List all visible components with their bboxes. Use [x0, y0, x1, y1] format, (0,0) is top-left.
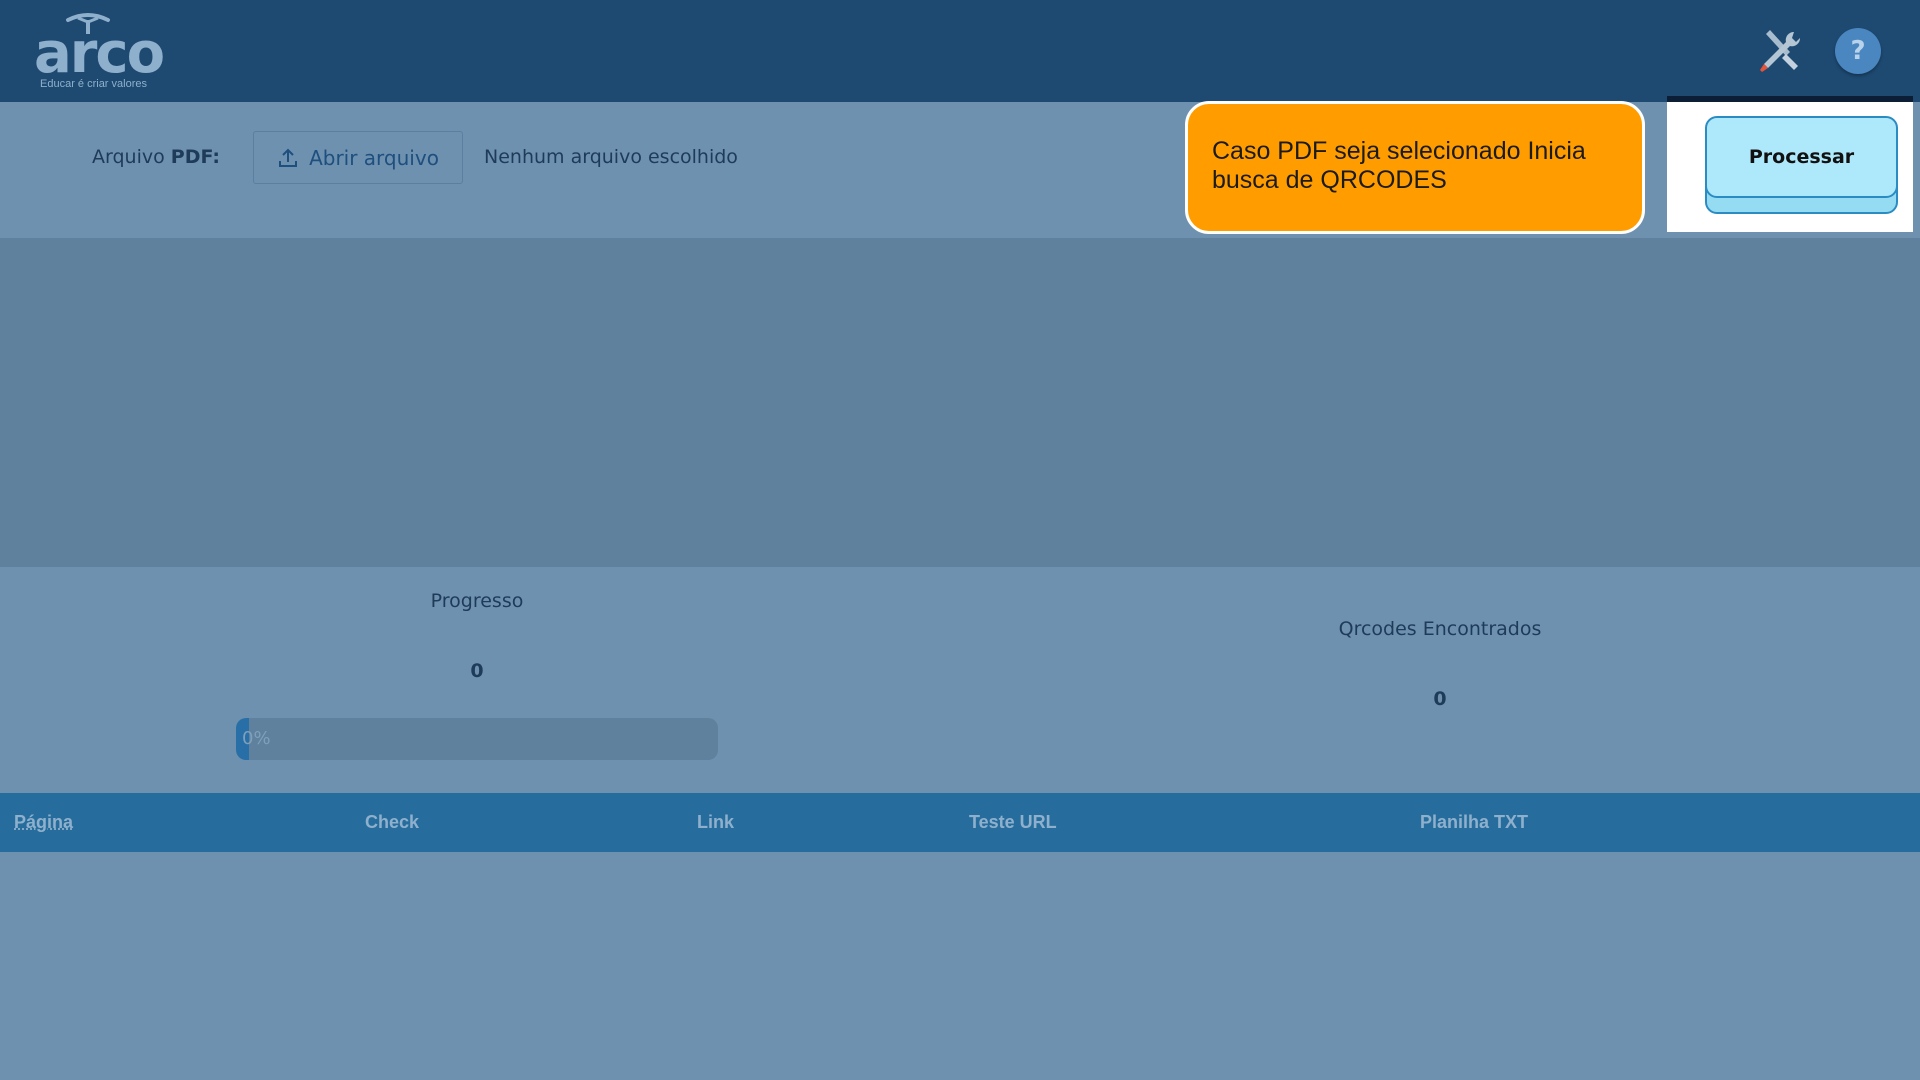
app-header: arco Educar é criar valores ?: [0, 0, 1920, 102]
progress-percent: 0%: [242, 728, 271, 749]
column-header-pagina[interactable]: Página: [14, 812, 73, 833]
arco-logo: arco Educar é criar valores: [30, 12, 165, 92]
progress-bar: 0%: [236, 718, 718, 760]
upload-icon: [279, 148, 298, 167]
pdf-file-label-bold: PDF:: [170, 146, 221, 168]
file-status-text: Nenhum arquivo escolhido: [484, 146, 738, 168]
column-header-planilha-txt: Planilha TXT: [1420, 812, 1529, 832]
open-file-button[interactable]: Abrir arquivo: [253, 131, 463, 184]
pdf-file-label: Arquivo PDF:: [92, 146, 220, 168]
pdf-file-label-prefix: Arquivo: [92, 146, 171, 168]
qrcodes-found-count: 0: [1433, 688, 1447, 710]
process-button-label[interactable]: Processar: [1705, 116, 1898, 198]
help-icon[interactable]: ?: [1835, 28, 1881, 74]
qrcodes-found-title: Qrcodes Encontrados: [1338, 618, 1542, 640]
progress-count: 0: [470, 660, 484, 682]
logo-tagline: Educar é criar valores: [40, 78, 147, 90]
tutorial-tooltip: Caso PDF seja selecionado Inicia busca d…: [1185, 101, 1645, 234]
logo-word: arco: [34, 21, 165, 86]
tools-icon[interactable]: [1756, 26, 1804, 74]
pdf-preview-area: [0, 238, 1920, 567]
process-button[interactable]: Processar: [1705, 116, 1898, 214]
column-header-link: Link: [697, 812, 735, 832]
column-header-teste-url: Teste URL: [969, 812, 1057, 832]
progress-title: Progresso: [430, 590, 524, 612]
open-file-button-label: Abrir arquivo: [309, 145, 439, 170]
column-header-check: Check: [365, 812, 420, 832]
results-table-header: Página Check Link Teste URL Planilha TXT: [0, 793, 1920, 852]
results-table-body: [0, 852, 1920, 1080]
